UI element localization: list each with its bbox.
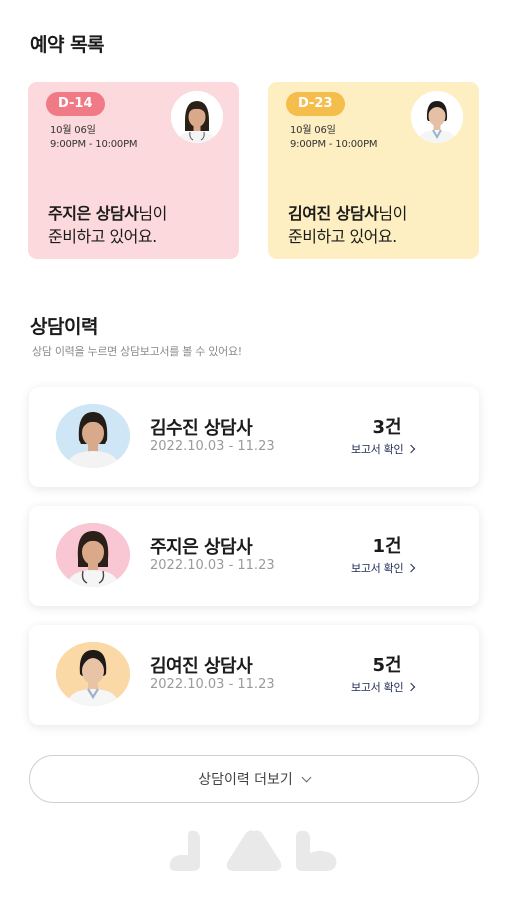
history-item[interactable]: 주지은 상담사 2022.10.03 - 11.23 1건 보고서 확인 [29,506,479,606]
report-link[interactable]: 보고서 확인 [351,560,416,576]
report-link[interactable]: 보고서 확인 [351,679,416,695]
history-item[interactable]: 김여진 상담사 2022.10.03 - 11.23 5건 보고서 확인 [29,625,479,725]
session-count: 1건 [372,536,402,557]
history-item[interactable]: 김수진 상담사 2022.10.03 - 11.23 3건 보고서 확인 [29,387,479,487]
report-link-label: 보고서 확인 [351,681,404,694]
reservation-card[interactable]: D-23 10월 06일 9:00PM - 10:00PM 김여진 상담사님이 … [268,82,479,259]
report-link-label: 보고서 확인 [351,443,404,456]
reservation-date: 10월 06일 [290,125,336,136]
report-link[interactable]: 보고서 확인 [351,441,416,457]
counselor-avatar-icon [56,523,130,587]
chevron-down-icon [301,772,312,782]
counselor-avatar-icon [411,91,463,143]
counselor-avatar-icon [171,91,223,143]
chevron-right-icon [407,563,416,573]
counselor-name: 김여진 상담사 [150,656,253,677]
counselor-name: 김여진 상담사 [288,204,379,223]
message-line2: 준비하고 있어요. [48,227,157,246]
reservation-time: 9:00PM - 10:00PM [50,139,138,150]
counselor-name: 김수진 상담사 [150,418,253,439]
counseling-period: 2022.10.03 - 11.23 [150,677,275,692]
message-suffix: 님이 [138,204,167,223]
brand-logo-icon [168,827,340,873]
dday-badge: D-14 [46,92,105,116]
chevron-right-icon [407,682,416,692]
history-subtitle: 상담 이력을 누르면 상담보고서를 볼 수 있어요! [32,345,242,358]
reservation-time: 9:00PM - 10:00PM [290,139,378,150]
counselor-avatar-icon [56,404,130,468]
counseling-period: 2022.10.03 - 11.23 [150,439,275,454]
reservation-message: 주지은 상담사님이 준비하고 있어요. [48,202,167,248]
counseling-period: 2022.10.03 - 11.23 [150,558,275,573]
counselor-name: 주지은 상담사 [150,537,253,558]
counselor-name: 주지은 상담사 [48,204,139,223]
message-suffix: 님이 [378,204,407,223]
counselor-avatar-icon [56,642,130,706]
reservations-title: 예약 목록 [30,34,105,56]
history-title: 상담이력 [30,316,98,338]
dday-badge: D-23 [286,92,345,116]
history-more-label: 상담이력 더보기 [198,772,293,788]
reservation-date: 10월 06일 [50,125,96,136]
reservation-message: 김여진 상담사님이 준비하고 있어요. [288,202,407,248]
reservation-datetime: 10월 06일 9:00PM - 10:00PM [50,124,138,152]
session-count: 3건 [372,417,402,438]
history-more-button[interactable]: 상담이력 더보기 [29,755,479,803]
reservation-card[interactable]: D-14 10월 06일 9:00PM - 10:00PM 주지은 상담사님이 … [28,82,239,259]
message-line2: 준비하고 있어요. [288,227,397,246]
report-link-label: 보고서 확인 [351,562,404,575]
reservation-datetime: 10월 06일 9:00PM - 10:00PM [290,124,378,152]
chevron-right-icon [407,444,416,454]
session-count: 5건 [372,655,402,676]
